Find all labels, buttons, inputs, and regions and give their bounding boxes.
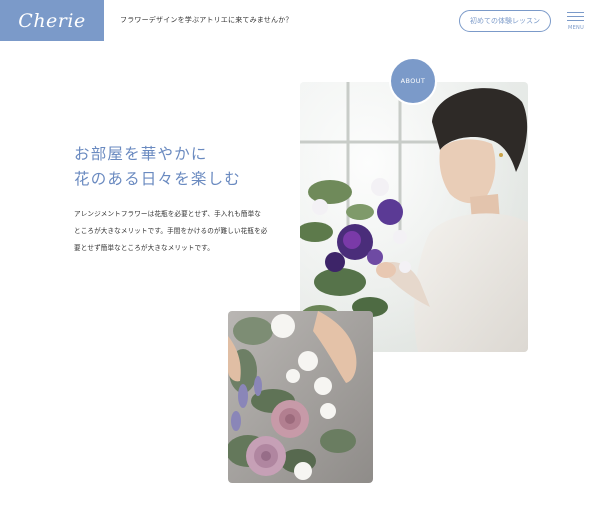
- about-body-line2: ところが大きなメリットです。手間をかけるのが難しい花瓶を必: [74, 227, 268, 235]
- about-body-line3: 要とせず簡単なところが大きなメリットです。: [74, 244, 214, 252]
- about-sub-photo: [228, 311, 373, 483]
- logo-text: Cherie: [18, 9, 86, 32]
- menu-label: MENU: [567, 25, 585, 31]
- trial-lesson-button[interactable]: 初めての体験レッスン: [459, 10, 551, 32]
- menu-button[interactable]: MENU: [565, 11, 587, 33]
- about-badge: ABOUT: [389, 57, 437, 105]
- bouquet-roses-image: [228, 311, 373, 483]
- about-heading: お部屋を華やかに 花のある日々を楽しむ: [74, 142, 241, 192]
- about-body: アレンジメントフラワーは花瓶を必要とせず、手入れも簡単な ところが大きなメリット…: [74, 206, 274, 257]
- about-heading-line2: 花のある日々を楽しむ: [74, 170, 242, 188]
- about-body-line1: アレンジメントフラワーは花瓶を必要とせず、手入れも簡単な: [74, 210, 261, 218]
- logo[interactable]: Cherie: [0, 0, 104, 41]
- header-tagline: フラワーデザインを学ぶアトリエに来てみませんか？: [120, 16, 293, 24]
- about-heading-line1: お部屋を華やかに: [74, 145, 208, 163]
